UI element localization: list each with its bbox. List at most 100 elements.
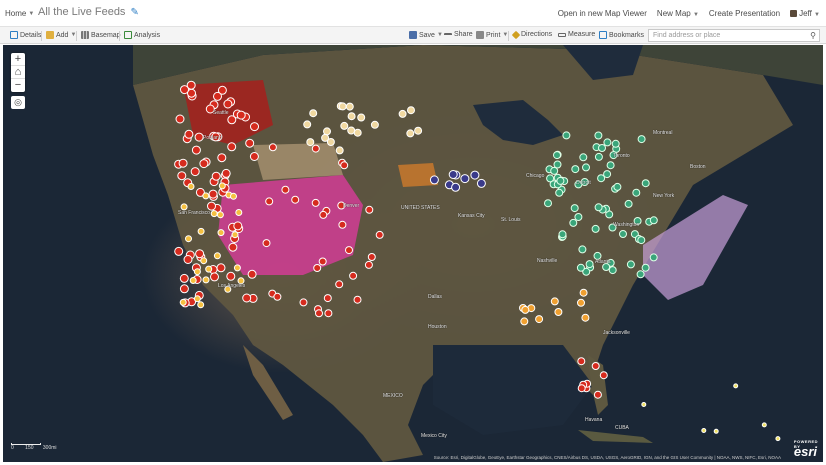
fire-marker[interactable] [223,99,233,109]
fire-marker[interactable] [577,384,586,393]
fire-marker[interactable] [216,263,226,273]
quake-marker[interactable] [775,436,781,442]
flood-marker[interactable] [576,263,585,272]
advisory-marker[interactable] [347,112,356,121]
fire-marker[interactable] [194,132,204,142]
basemap-button[interactable]: Basemap [81,31,121,39]
heat-marker[interactable] [213,252,221,260]
search-input[interactable]: Find address or place [648,29,820,42]
fire-marker[interactable] [599,371,608,380]
heat-marker[interactable] [231,231,239,239]
fire-marker[interactable] [221,168,231,178]
flood-marker[interactable] [608,266,617,275]
advisory-marker[interactable] [414,126,423,135]
flood-marker[interactable] [641,179,650,188]
heat-marker[interactable] [235,209,243,216]
heat-marker[interactable] [216,211,224,219]
fire-marker[interactable] [213,91,222,101]
flood-marker[interactable] [649,253,658,262]
flood-marker[interactable] [556,176,565,185]
fire-marker[interactable] [268,143,277,152]
fire-marker[interactable] [273,292,282,301]
quake-marker[interactable] [641,402,647,407]
fire-marker[interactable] [349,271,358,280]
quake-marker[interactable] [713,428,719,434]
flood-marker[interactable] [579,153,588,162]
zoom-out-button[interactable]: − [11,79,25,92]
fire-marker[interactable] [178,158,188,168]
fire-marker[interactable] [175,114,185,124]
fire-marker[interactable] [227,142,237,152]
fire-marker[interactable] [199,159,209,169]
flood-marker[interactable] [597,174,606,183]
home-menu[interactable]: Home ▼ [5,9,34,18]
esri-logo[interactable]: POWERED BY esri [794,439,818,459]
flood-marker[interactable] [619,230,627,238]
open-map-viewer-link[interactable]: Open in new Map Viewer [558,9,647,18]
measure-button[interactable]: Measure [558,31,595,38]
warning-marker[interactable] [550,297,559,306]
zoom-in-button[interactable]: + [11,53,25,66]
advisory-marker[interactable] [398,109,407,118]
flood-marker[interactable] [570,204,579,213]
flood-marker[interactable] [582,163,590,172]
flood-marker[interactable] [555,188,564,197]
fire-marker[interactable] [345,246,353,255]
fire-marker[interactable] [226,271,236,281]
flood-marker[interactable] [562,131,571,140]
map-view[interactable]: Montreal Toronto Detroit Chicago Kansas City… [3,45,823,462]
flood-marker[interactable] [624,199,633,208]
flood-marker[interactable] [550,166,559,175]
flood-marker[interactable] [594,152,603,161]
fire-marker[interactable] [236,110,246,120]
heat-marker[interactable] [189,277,197,284]
advisory-marker[interactable] [345,102,354,111]
flood-marker[interactable] [594,131,603,140]
create-presentation-link[interactable]: Create Presentation [709,9,780,18]
fire-marker[interactable] [247,269,257,279]
fire-marker[interactable] [335,280,344,289]
fire-marker[interactable] [242,293,252,303]
flood-marker[interactable] [553,160,562,169]
advisory-marker[interactable] [407,106,415,115]
new-map-menu[interactable]: New Map ▼ [657,9,699,18]
fire-marker[interactable] [211,171,221,181]
user-menu[interactable]: Jeff ▼ [790,9,820,18]
fire-marker[interactable] [265,197,274,206]
storm-marker[interactable] [470,170,480,180]
advisory-marker[interactable] [406,129,415,138]
fire-marker[interactable] [353,295,362,304]
advisory-marker[interactable] [347,126,356,135]
flood-marker[interactable] [632,188,641,197]
warning-marker[interactable] [577,298,585,307]
warning-marker[interactable] [520,317,529,326]
fire-marker[interactable] [338,220,347,229]
heat-marker[interactable] [210,210,218,218]
fire-marker[interactable] [184,129,194,139]
bookmarks-button[interactable]: Bookmarks [599,31,644,39]
heat-marker[interactable] [218,182,226,190]
storm-marker[interactable] [451,182,461,192]
advisory-marker[interactable] [357,113,366,122]
flood-marker[interactable] [641,263,650,272]
fire-marker[interactable] [577,357,586,366]
warning-marker[interactable] [554,308,563,316]
warning-marker[interactable] [535,315,544,324]
fire-marker[interactable] [313,264,322,272]
flood-marker[interactable] [571,165,580,174]
fire-marker[interactable] [179,273,189,283]
flood-marker[interactable] [637,135,646,144]
fire-marker[interactable] [364,260,373,269]
flood-marker[interactable] [558,230,567,239]
advisory-marker[interactable] [306,138,315,147]
warning-marker[interactable] [579,288,588,297]
fire-marker[interactable] [210,272,219,282]
quake-marker[interactable] [701,428,707,433]
fire-marker[interactable] [324,309,333,318]
heat-marker[interactable] [202,192,210,200]
fire-marker[interactable] [250,122,259,132]
fire-marker[interactable] [311,144,320,153]
quake-marker[interactable] [733,383,739,389]
heat-marker[interactable] [200,257,208,265]
fire-marker[interactable] [318,257,327,266]
